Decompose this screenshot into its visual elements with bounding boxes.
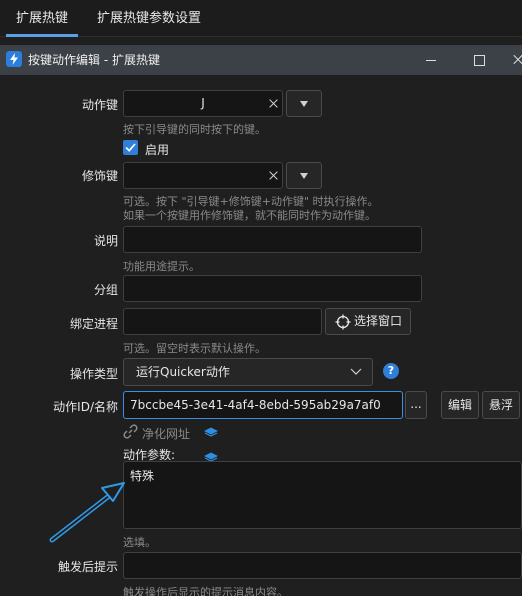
annotation-arrow [49,482,125,543]
